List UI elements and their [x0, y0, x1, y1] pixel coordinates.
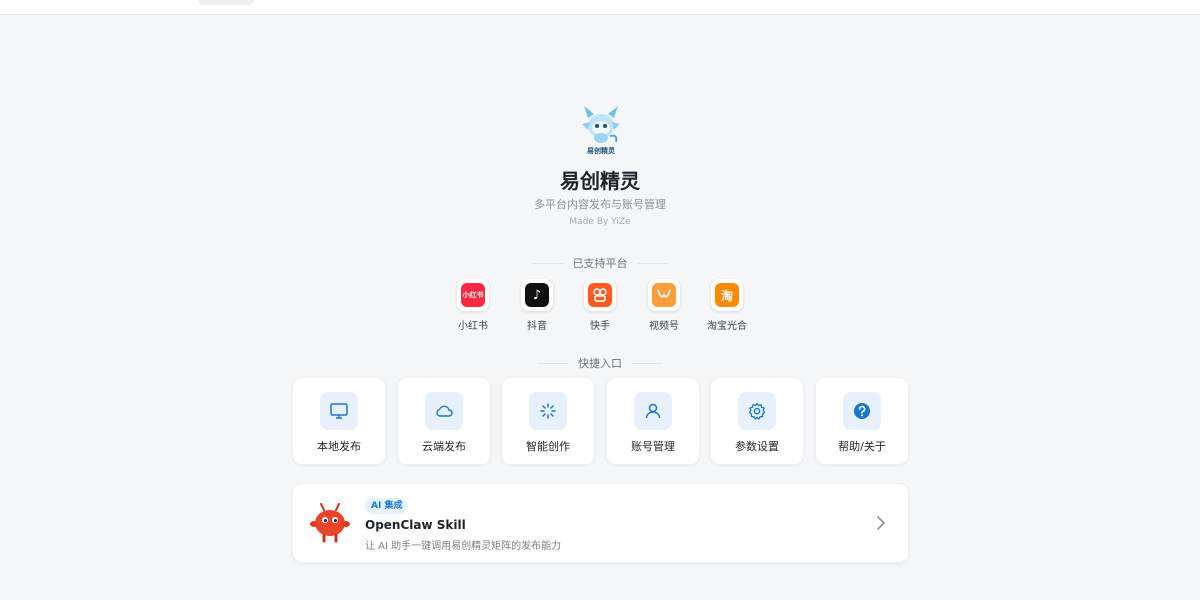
chevron-right-icon[interactable]	[874, 515, 888, 531]
platform-shipinhao[interactable]: 视频号	[634, 279, 694, 332]
card-label: 参数设置	[735, 440, 779, 453]
divider-line	[637, 262, 668, 264]
platforms-section-label: 已支持平台	[572, 257, 628, 270]
gear-icon	[738, 392, 776, 430]
platform-taobao[interactable]: 淘 淘宝光合	[697, 279, 757, 332]
smart-create-button[interactable]: 智能创作	[501, 377, 595, 465]
douyin-icon: ♪	[521, 279, 553, 311]
platform-label: 抖音	[527, 321, 547, 332]
divider-line	[538, 362, 568, 364]
sparkle-loader-icon	[529, 392, 567, 430]
help-icon	[843, 392, 881, 430]
mascot-icon	[309, 502, 351, 544]
platform-label: 淘宝光合	[707, 321, 747, 332]
banner-title: OpenClaw Skill	[365, 518, 466, 532]
help-about-button[interactable]: 帮助/关于	[815, 377, 909, 465]
user-icon	[634, 392, 672, 430]
quick-entry-grid: 本地发布 云端发布 智能创作 账号管理 参数设置 帮助/关于	[292, 377, 909, 465]
card-label: 帮助/关于	[838, 440, 886, 453]
platform-xiaohongshu[interactable]: 小红书 小红书	[443, 279, 503, 332]
platform-label: 小红书	[458, 321, 488, 332]
douyin-icon-glyph: ♪	[525, 283, 549, 307]
card-label: 云端发布	[422, 440, 466, 453]
platform-label: 视频号	[649, 321, 679, 332]
settings-button[interactable]: 参数设置	[710, 377, 804, 465]
platform-kuaishou[interactable]: 快手	[570, 279, 630, 332]
monitor-icon	[320, 392, 358, 430]
platform-douyin[interactable]: ♪ 抖音	[507, 279, 567, 332]
platform-label: 快手	[590, 321, 610, 332]
platforms-divider: 已支持平台	[0, 255, 1200, 271]
taobao-icon: 淘	[711, 279, 743, 311]
top-bar	[0, 0, 1200, 15]
account-manage-button[interactable]: 账号管理	[606, 377, 700, 465]
app-subtitle: 多平台内容发布与账号管理	[534, 198, 666, 211]
card-label: 账号管理	[631, 440, 675, 453]
xiaohongshu-icon: 小红书	[457, 279, 489, 311]
cloud-publish-button[interactable]: 云端发布	[397, 377, 491, 465]
logo-caption: 易创精灵	[587, 147, 615, 155]
top-tab[interactable]	[198, 0, 254, 5]
made-by-text: Made By YiZe	[569, 217, 631, 227]
cloud-icon	[425, 392, 463, 430]
app-logo: 易创精灵	[580, 104, 622, 158]
kuaishou-icon	[584, 279, 616, 311]
divider-line	[632, 362, 662, 364]
card-label: 智能创作	[526, 440, 570, 453]
xiaohongshu-icon-text: 小红书	[461, 283, 485, 307]
ai-integration-badge: AI 集成	[365, 498, 409, 514]
quick-divider: 快捷入口	[0, 355, 1200, 371]
openclaw-skill-banner[interactable]: AI 集成 OpenClaw Skill 让 AI 助手一键调用易创精灵矩阵的发…	[292, 483, 909, 563]
local-publish-button[interactable]: 本地发布	[292, 377, 386, 465]
app-title: 易创精灵	[560, 169, 640, 193]
quick-section-label: 快捷入口	[578, 357, 622, 370]
banner-description: 让 AI 助手一键调用易创精灵矩阵的发布能力	[365, 541, 562, 552]
divider-line	[532, 262, 563, 264]
card-label: 本地发布	[317, 440, 361, 453]
taobao-icon-text: 淘	[715, 283, 739, 307]
shipinhao-icon	[648, 279, 680, 311]
